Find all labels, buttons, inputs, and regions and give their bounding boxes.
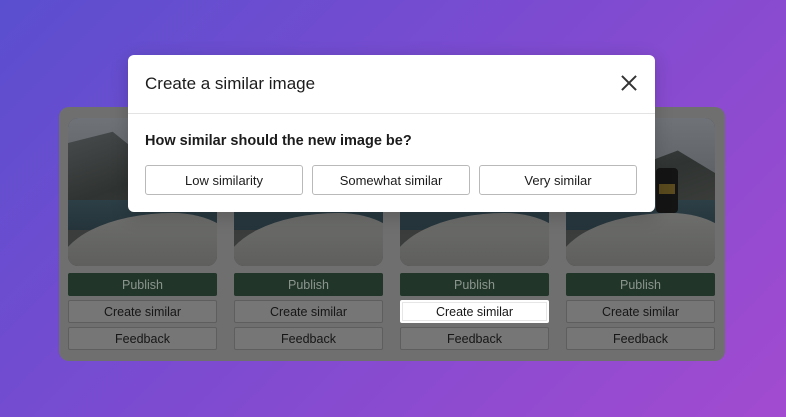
feedback-button[interactable]: Feedback <box>68 327 217 350</box>
publish-button[interactable]: Publish <box>566 273 715 296</box>
create-similar-button[interactable]: Create similar <box>400 300 549 323</box>
create-similar-button[interactable]: Create similar <box>566 300 715 323</box>
publish-button[interactable]: Publish <box>400 273 549 296</box>
publish-button[interactable]: Publish <box>234 273 383 296</box>
create-similar-button[interactable]: Create similar <box>234 300 383 323</box>
dialog-header: Create a similar image <box>128 55 655 114</box>
low-similarity-button[interactable]: Low similarity <box>145 165 303 195</box>
similarity-question: How similar should the new image be? <box>145 133 412 149</box>
create-similar-dialog: Create a similar image How similar shoul… <box>128 55 655 212</box>
feedback-button[interactable]: Feedback <box>234 327 383 350</box>
similarity-options: Low similarity Somewhat similar Very sim… <box>145 165 637 195</box>
feedback-button[interactable]: Feedback <box>566 327 715 350</box>
somewhat-similar-button[interactable]: Somewhat similar <box>312 165 470 195</box>
create-similar-button[interactable]: Create similar <box>68 300 217 323</box>
dialog-title: Create a similar image <box>145 74 316 93</box>
publish-button[interactable]: Publish <box>68 273 217 296</box>
close-icon[interactable] <box>620 74 638 92</box>
feedback-button[interactable]: Feedback <box>400 327 549 350</box>
bottle-product-image <box>656 168 678 213</box>
very-similar-button[interactable]: Very similar <box>479 165 637 195</box>
